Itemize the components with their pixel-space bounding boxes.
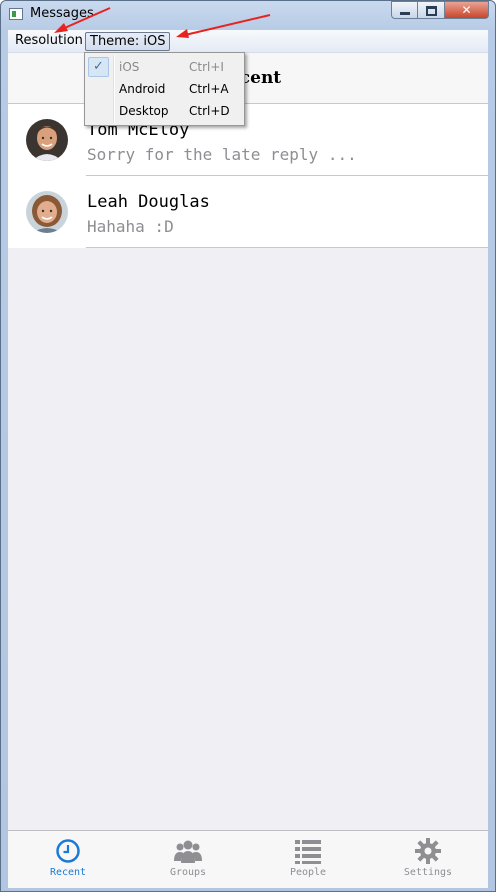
menu-theme[interactable]: Theme: iOS xyxy=(85,32,171,51)
tab-label: Groups xyxy=(169,867,207,878)
theme-option-desktop[interactable]: Desktop Ctrl+D xyxy=(85,100,242,122)
title-bar[interactable]: Messages xyxy=(1,1,495,30)
theme-menu: ✓ iOS Ctrl+I Android Ctrl+A Desktop Ctrl… xyxy=(84,52,245,126)
menu-item-shortcut: Ctrl+A xyxy=(189,82,229,96)
tab-recent[interactable]: Recent xyxy=(8,831,128,888)
menu-item-shortcut: Ctrl+D xyxy=(189,104,230,118)
tab-bar: Recent Groups People Settings xyxy=(8,830,488,888)
tab-label: People xyxy=(289,867,327,878)
menu-item-shortcut: Ctrl+I xyxy=(189,60,224,74)
tab-label: Settings xyxy=(403,867,453,878)
contact-name: Leah Douglas xyxy=(87,192,210,212)
tab-people[interactable]: People xyxy=(248,831,368,888)
tab-settings[interactable]: Settings xyxy=(368,831,488,888)
menu-bar: Resolution Theme: iOS xyxy=(8,30,488,53)
tab-groups[interactable]: Groups xyxy=(128,831,248,888)
avatar xyxy=(26,119,68,161)
checkmark-icon: ✓ xyxy=(88,57,109,77)
avatar xyxy=(26,191,68,233)
list-divider xyxy=(86,247,488,248)
menu-item-label: Desktop xyxy=(119,104,169,118)
client-area: Resolution Theme: iOS Recent Tom McEloy … xyxy=(8,30,488,888)
menu-item-label: iOS xyxy=(119,60,140,74)
app-icon xyxy=(9,8,23,20)
menu-resolution[interactable]: Resolution xyxy=(10,32,88,50)
gear-icon xyxy=(415,838,441,864)
nav-header: Recent xyxy=(8,53,488,104)
maximize-button[interactable] xyxy=(418,1,445,19)
message-preview: Hahaha :D xyxy=(87,217,174,236)
message-preview: Sorry for the late reply ... xyxy=(87,145,357,164)
group-icon xyxy=(174,840,202,863)
menu-item-label: Android xyxy=(119,82,166,96)
list-icon xyxy=(295,840,321,864)
close-button[interactable] xyxy=(445,1,489,19)
conversation-row[interactable]: Tom McEloy Sorry for the late reply ... xyxy=(8,104,488,175)
conversation-list: Tom McEloy Sorry for the late reply ... … xyxy=(8,104,488,248)
theme-option-ios[interactable]: ✓ iOS Ctrl+I xyxy=(85,56,242,78)
clock-icon xyxy=(56,839,80,863)
page-title: Recent xyxy=(214,68,282,88)
window-title: Messages xyxy=(30,6,94,21)
conversation-row[interactable]: Leah Douglas Hahaha :D xyxy=(26,175,488,247)
theme-option-android[interactable]: Android Ctrl+A xyxy=(85,78,242,100)
minimize-button[interactable] xyxy=(391,1,418,19)
tab-label: Recent xyxy=(49,867,87,878)
